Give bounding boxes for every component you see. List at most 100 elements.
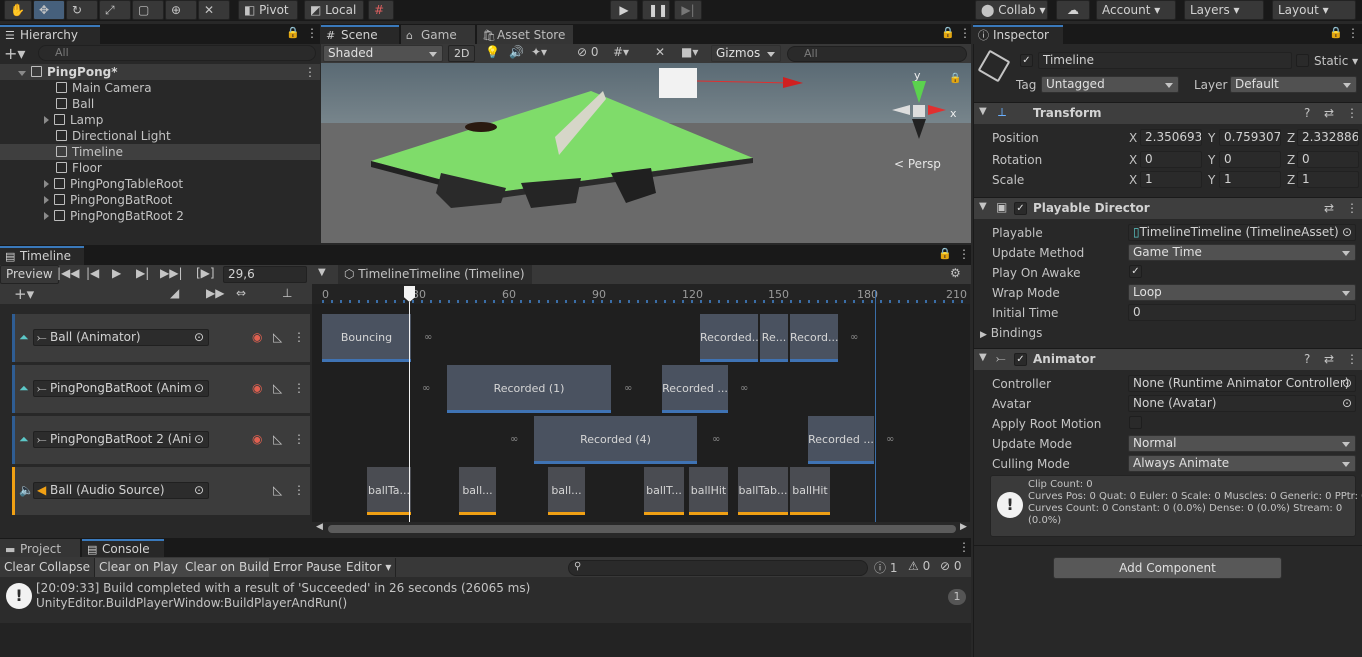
foldout-icon[interactable]: ▼	[979, 352, 987, 363]
audio-clip[interactable]: ballT...	[644, 467, 684, 515]
clip-recorded[interactable]: Re...	[760, 314, 788, 362]
hierarchy-item-pingpongbatroot-2[interactable]: PingPongBatRoot 2	[0, 208, 320, 224]
hierarchy-item-pingpongtableroot[interactable]: PingPongTableRoot	[0, 176, 320, 192]
help-icon[interactable]: ?	[1304, 352, 1310, 366]
tab-scene[interactable]: # Scene	[321, 25, 399, 44]
track-binding-field[interactable]: ⤚ PingPongBatRoot 2 (Ani ⊙	[33, 431, 209, 448]
replace-mode-icon[interactable]: ⇔	[236, 286, 246, 300]
error-pause-button[interactable]: Error Pause	[269, 558, 347, 577]
tab-inspector[interactable]: ⓘ Inspector	[973, 25, 1063, 44]
hierarchy-item-main-camera[interactable]: Main Camera	[0, 80, 320, 96]
position-y-field[interactable]: 0.759307	[1219, 129, 1281, 146]
audio-clip[interactable]: ball...	[548, 467, 585, 515]
clip-recorded[interactable]: Recorded...	[700, 314, 758, 362]
console-log-entry[interactable]: ! [20:09:33] Build completed with a resu…	[0, 577, 971, 623]
snap-icon[interactable]: ⊥	[282, 286, 292, 300]
tab-timeline[interactable]: ▤ Timeline	[0, 246, 84, 265]
timeline-breadcrumb[interactable]: ⬡ TimelineTimeline (Timeline)	[338, 265, 532, 284]
tools-icon[interactable]: ✕	[655, 45, 665, 59]
initial-time-field[interactable]: 0	[1128, 304, 1356, 321]
tab-project[interactable]: ▬ Project	[0, 539, 80, 558]
first-frame-icon[interactable]: |◀◀	[57, 266, 80, 280]
scroll-right-icon[interactable]: ▶	[960, 522, 967, 532]
prev-frame-icon[interactable]: |◀	[86, 266, 99, 280]
transform-tool-button[interactable]: ⊕	[165, 0, 197, 20]
track-ball-animator[interactable]: ⏶ ⤚ Ball (Animator) ⊙ ◉ ◺ ⋮	[12, 314, 310, 362]
scale-tool-button[interactable]: ⤢	[99, 0, 131, 20]
lock-icon[interactable]: 🔒	[286, 26, 300, 39]
preview-button[interactable]: Preview	[0, 265, 59, 284]
time-format-dropdown-icon[interactable]: ▼	[318, 267, 326, 278]
camera-icon[interactable]: ■▾	[681, 45, 698, 59]
help-icon[interactable]: ?	[1304, 106, 1310, 120]
audio-clip[interactable]: ballTa...	[367, 467, 411, 515]
scrollbar-thumb[interactable]	[328, 525, 956, 533]
scene-search-input[interactable]: All	[787, 46, 967, 62]
bindings-foldout[interactable]: ▶ Bindings	[980, 326, 1042, 340]
last-frame-icon[interactable]: ▶▶|	[160, 266, 183, 280]
update-mode-dropdown[interactable]: Normal	[1128, 435, 1356, 452]
track-menu-icon[interactable]: ⋮	[293, 483, 305, 497]
clip-recorded[interactable]: Record...	[790, 314, 838, 362]
presets-icon[interactable]: ⇄	[1324, 352, 1334, 366]
rotate-tool-button[interactable]: ↻	[66, 0, 98, 20]
expand-icon[interactable]	[44, 180, 49, 188]
object-picker-icon[interactable]: ⊙	[194, 330, 204, 345]
scene-row[interactable]: PingPong* ⋮	[0, 64, 320, 80]
rotation-z-field[interactable]: 0	[1297, 151, 1359, 168]
layer-dropdown[interactable]: Default	[1230, 76, 1357, 93]
play-icon[interactable]: ▶	[112, 266, 121, 280]
object-picker-icon[interactable]: ⊙	[1342, 396, 1352, 411]
warning-count-toggle[interactable]: ⚠ 0	[908, 559, 930, 573]
animator-header[interactable]: ▼ ⤚ ✓ Animator ? ⇄ ⋮	[974, 348, 1362, 370]
console-menu-icon[interactable]: ⋮	[958, 540, 970, 554]
collapse-button[interactable]: Collapse	[35, 558, 95, 577]
grid-snap-button[interactable]: #	[368, 0, 394, 20]
scale-z-field[interactable]: 1	[1297, 171, 1359, 188]
pivot-button[interactable]: ◧ Pivot	[238, 0, 298, 20]
transform-header[interactable]: ▼ ⟂ Transform ? ⇄ ⋮	[974, 102, 1362, 124]
record-icon[interactable]: ◉	[252, 432, 262, 446]
audio-clip[interactable]: ballHit	[689, 467, 728, 515]
expand-icon[interactable]	[44, 212, 49, 220]
object-picker-icon[interactable]: ⊙	[1342, 225, 1352, 240]
playable-director-header[interactable]: ▼ ▣ ✓ Playable Director ⇄ ⋮	[974, 197, 1362, 219]
tab-game[interactable]: ⌂ Game	[401, 25, 475, 44]
wrap-mode-dropdown[interactable]: Loop	[1128, 284, 1356, 301]
foldout-icon[interactable]: ▼	[979, 201, 987, 212]
local-button[interactable]: ◩ Local	[304, 0, 364, 20]
account-dropdown[interactable]: Account ▾	[1096, 0, 1176, 20]
component-menu-icon[interactable]: ⋮	[1346, 201, 1358, 215]
active-checkbox[interactable]: ✓	[1020, 54, 1033, 67]
object-picker-icon[interactable]: ⊙	[194, 432, 204, 447]
2d-toggle[interactable]: 2D	[448, 45, 476, 62]
inspector-menu-icon[interactable]: ⋮	[1347, 26, 1359, 40]
controller-field[interactable]: None (Runtime Animator Controller) ⊙	[1128, 375, 1356, 392]
hierarchy-item-pingpongbatroot[interactable]: PingPongBatRoot	[0, 192, 320, 208]
track-pingpongbatroot-2[interactable]: ⏶ ⤚ PingPongBatRoot 2 (Ani ⊙ ◉ ◺ ⋮	[12, 416, 310, 464]
create-plus-icon[interactable]: +▾	[4, 44, 25, 63]
play-button[interactable]: ▶	[610, 0, 638, 20]
time-field[interactable]: 29,6	[223, 266, 307, 283]
tag-dropdown[interactable]: Untagged	[1041, 76, 1179, 93]
clip-recorded-1[interactable]: Recorded (1)	[447, 365, 611, 413]
scene-menu-icon[interactable]: ⋮	[959, 26, 971, 40]
hierarchy-search-input[interactable]: All	[38, 45, 316, 61]
scene-viewport[interactable]: y x < Persp 🔒	[321, 63, 971, 243]
persp-label[interactable]: < Persp	[894, 157, 941, 171]
avatar-field[interactable]: None (Avatar) ⊙	[1128, 395, 1356, 412]
lock-icon[interactable]: 🔒	[938, 247, 952, 260]
component-enabled-checkbox[interactable]: ✓	[1014, 353, 1027, 366]
track-menu-icon[interactable]: ⋮	[293, 432, 305, 446]
rotation-x-field[interactable]: 0	[1140, 151, 1202, 168]
track-binding-field[interactable]: ⤚ Ball (Animator) ⊙	[33, 329, 209, 346]
hierarchy-item-directional-light[interactable]: Directional Light	[0, 128, 320, 144]
position-x-field[interactable]: 2.350693	[1140, 129, 1202, 146]
track-menu-icon[interactable]: ⋮	[293, 381, 305, 395]
track-pingpongbatroot[interactable]: ⏶ ⤚ PingPongBatRoot (Anim ⊙ ◉ ◺ ⋮	[12, 365, 310, 413]
log-count-toggle[interactable]: ⓘ 1	[874, 559, 897, 576]
hand-tool-button[interactable]: ✋	[4, 0, 32, 20]
track-menu-icon[interactable]: ⋮	[293, 330, 305, 344]
lighting-icon[interactable]: 💡	[485, 45, 500, 59]
component-menu-icon[interactable]: ⋮	[1346, 352, 1358, 366]
